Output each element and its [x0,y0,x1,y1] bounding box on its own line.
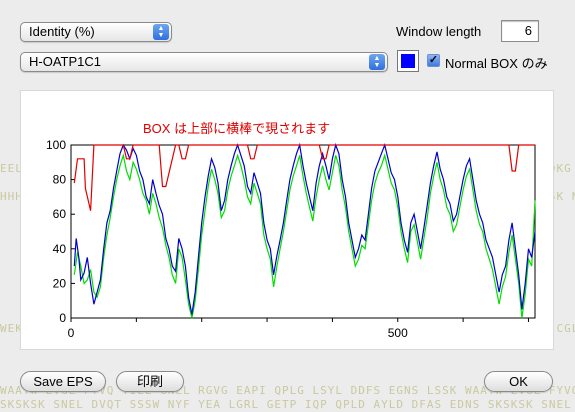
y-tick-label: 80 [53,173,67,187]
x-tick-label: 0 [68,326,75,340]
blue-identity-series-line [73,142,536,315]
metric-select[interactable]: Identity (%) ▲ ▼ [20,22,172,42]
normal-box-label: Normal BOX のみ [445,56,548,71]
normal-box-checkbox[interactable]: ✓ [427,54,440,67]
sequence-select-value: H-OATP1C1 [29,54,101,69]
background-sequence-text: SKSKSK SNEL DVQT SSSW NYF YEA LGRL GETP … [0,398,575,411]
select-arrows-icon: ▲ ▼ [369,54,385,70]
sequence-select[interactable]: H-OATP1C1 ▲ ▼ [20,52,388,72]
box-annotation: BOX は上部に横棒で現されます [143,121,330,136]
identity-chart: BOX は上部に横棒で現されます 0 20 40 60 80 100 0 500 [46,121,536,340]
y-tick-label: 0 [59,311,66,325]
window-length-label: Window length [396,24,482,39]
plot-panel: BOX は上部に横棒で現されます 0 20 40 60 80 100 0 500 [20,90,554,350]
metric-select-value: Identity (%) [29,24,95,39]
color-swatch-fill [401,54,415,68]
window-length-input[interactable]: 6 [501,20,539,42]
print-button[interactable]: 印刷 [116,371,184,392]
y-tick-label: 60 [53,207,67,221]
save-eps-button[interactable]: Save EPS [20,371,106,392]
y-tick-label: 100 [46,138,66,152]
select-arrows-icon: ▲ ▼ [153,24,169,40]
y-tick-label: 20 [53,276,67,290]
color-swatch-button[interactable] [397,50,419,72]
x-tick-label: 500 [388,326,408,340]
y-tick-label: 40 [53,242,67,256]
ok-button[interactable]: OK [484,371,553,392]
